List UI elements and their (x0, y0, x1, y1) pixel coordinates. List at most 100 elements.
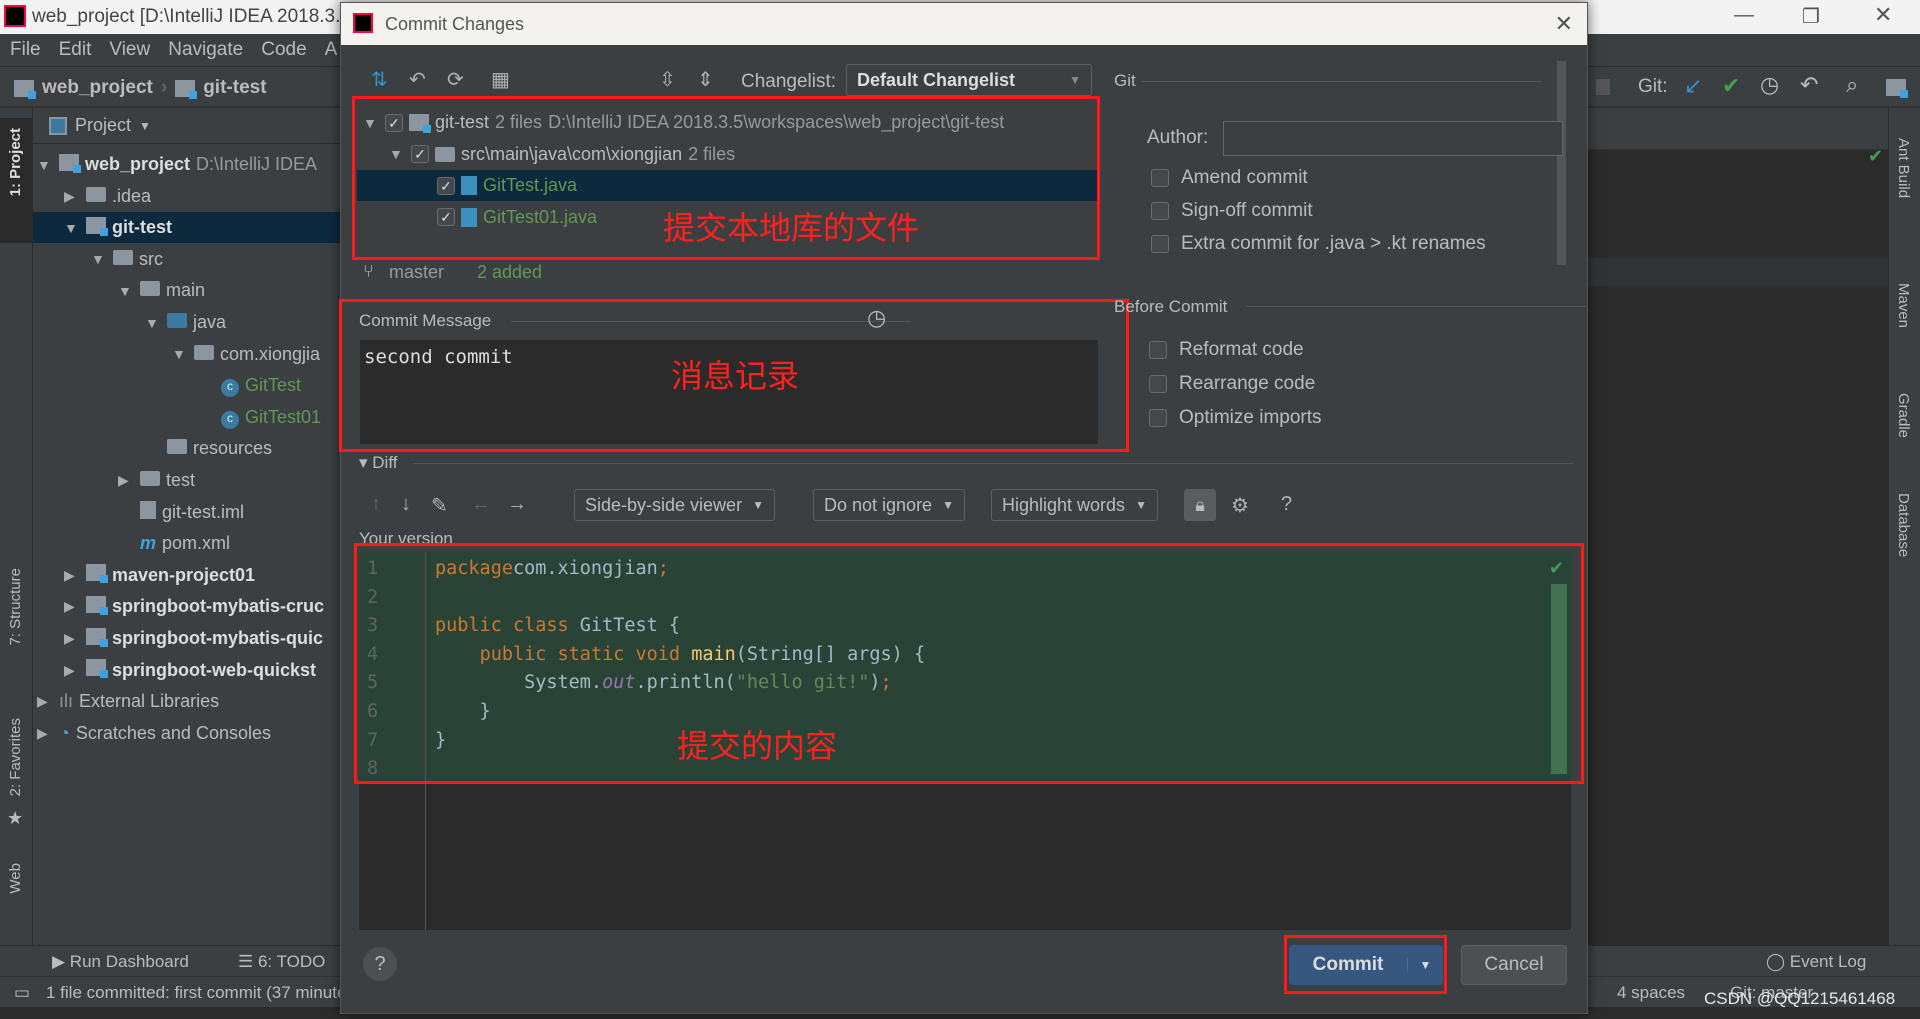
help-button[interactable]: ? (363, 947, 397, 981)
edit-source-icon[interactable]: ✎ (431, 493, 448, 518)
expand-arrow-icon[interactable]: ▶ (64, 567, 80, 584)
tab-structure[interactable]: 7: Structure (7, 568, 24, 646)
menu-view[interactable]: View (109, 39, 150, 61)
tree-item[interactable]: resources (145, 433, 272, 464)
previous-difference-icon[interactable]: ↑ (371, 493, 381, 516)
refresh-icon[interactable]: ⟳ (447, 67, 464, 92)
settings-gear-icon[interactable]: ⚙ (1231, 493, 1249, 518)
tree-item[interactable]: ▶ ılı External Libraries (37, 686, 219, 717)
close-dialog-button[interactable]: ✕ (1555, 11, 1573, 37)
stop-icon[interactable] (1596, 79, 1610, 95)
changelist-dropdown[interactable]: Default Changelist ▼ (846, 64, 1092, 96)
checkbox[interactable] (1149, 341, 1167, 359)
project-view-selector[interactable]: Project (75, 115, 131, 136)
option-optimize-imports[interactable]: Optimize imports (1149, 407, 1322, 429)
highlight-dropdown[interactable]: Highlight words ▼ (991, 489, 1158, 521)
tab-web[interactable]: Web (7, 863, 24, 894)
help-icon[interactable]: ? (1281, 493, 1292, 516)
tree-item[interactable]: ▶ .idea (64, 181, 151, 212)
collapse-arrow-icon[interactable]: ▼ (37, 157, 53, 173)
menu-a[interactable]: A (325, 39, 338, 61)
option-reformat-code[interactable]: Reformat code (1149, 339, 1304, 361)
revert-icon[interactable]: ↶ (1800, 72, 1818, 98)
tab-todo[interactable]: ☰ 6: TODO (238, 952, 325, 972)
menu-file[interactable]: File (10, 39, 41, 61)
tree-item[interactable]: ▶ maven-project01 (64, 560, 255, 591)
tree-item[interactable]: c GitTest01 (199, 402, 321, 433)
search-icon[interactable]: ⌕ (1846, 72, 1858, 98)
tree-item[interactable]: ▼ com.xiongjia (172, 339, 320, 370)
previous-file-icon[interactable]: ← (471, 493, 491, 516)
breadcrumb-web-project[interactable]: web_project (42, 77, 153, 99)
collapse-arrow-icon[interactable]: ▼ (145, 315, 161, 331)
tree-item[interactable]: git-test.iml (118, 497, 244, 528)
tab-run-dashboard[interactable]: ▶ Run Dashboard (52, 952, 189, 972)
collapse-arrow-icon[interactable]: ▼ (91, 251, 107, 267)
menu-navigate[interactable]: Navigate (168, 39, 243, 61)
expand-arrow-icon[interactable]: ▶ (64, 598, 80, 615)
expand-arrow-icon[interactable]: ▶ (64, 630, 80, 647)
tree-item[interactable]: ▼ git-test (33, 212, 343, 244)
tree-item[interactable]: ▼ web_project D:\IntelliJ IDEA (37, 149, 317, 180)
rollback-icon[interactable]: ↶ (409, 67, 426, 92)
tree-item[interactable]: ▶ test (118, 465, 195, 496)
tab-gradle[interactable]: Gradle (1895, 393, 1912, 438)
expand-arrow-icon[interactable]: ▶ (37, 693, 53, 710)
option-extra-commit-for-java-kt-renames[interactable]: Extra commit for .java > .kt renames (1151, 233, 1486, 255)
collapse-all-icon[interactable]: ⇕ (697, 67, 714, 92)
collapse-arrow-icon[interactable]: ▼ (172, 346, 188, 362)
close-window-button[interactable]: ✕ (1874, 2, 1892, 28)
tab-event-log[interactable]: ◯ Event Log (1766, 952, 1866, 972)
option-amend-commit[interactable]: Amend commit (1151, 167, 1308, 189)
menu-code[interactable]: Code (261, 39, 306, 61)
tab-project[interactable]: 1: Project (7, 128, 24, 196)
next-difference-icon[interactable]: ↓ (401, 493, 411, 516)
tree-item[interactable]: ▼ java (145, 307, 226, 338)
checkbox[interactable] (1149, 375, 1167, 393)
author-input[interactable] (1223, 121, 1563, 156)
tree-item[interactable]: ▶ springboot-mybatis-cruc (64, 591, 324, 622)
checkbox[interactable] (1149, 409, 1167, 427)
viewer-dropdown[interactable]: Side-by-side viewer ▼ (574, 489, 775, 521)
minimize-button[interactable]: — (1734, 4, 1754, 27)
checkbox[interactable] (1151, 169, 1169, 187)
next-file-icon[interactable]: → (507, 493, 527, 516)
checkbox[interactable] (1151, 202, 1169, 220)
option-rearrange-code[interactable]: Rearrange code (1149, 373, 1315, 395)
tree-item[interactable]: c GitTest (199, 370, 301, 401)
history-icon[interactable]: ◷ (1760, 72, 1779, 98)
expand-arrow-icon[interactable]: ▶ (64, 662, 80, 679)
tab-ant-build[interactable]: Ant Build (1895, 138, 1912, 198)
option-sign-off-commit[interactable]: Sign-off commit (1151, 200, 1313, 222)
tree-item[interactable]: ▶ springboot-mybatis-quic (64, 623, 323, 654)
expand-all-icon[interactable]: ⇳ (659, 67, 676, 92)
tab-database[interactable]: Database (1895, 493, 1912, 557)
indent-setting[interactable]: 4 spaces (1617, 983, 1685, 1003)
menu-edit[interactable]: Edit (59, 39, 92, 61)
lock-icon[interactable]: 🔒︎ (1184, 489, 1216, 521)
diff-collapse-toggle[interactable]: ▾ Diff (359, 453, 397, 473)
restore-button[interactable]: ❐ (1802, 4, 1820, 29)
group-by-icon[interactable]: ▦ (491, 67, 510, 92)
tree-item[interactable]: ▼ src (91, 244, 163, 275)
checkbox[interactable] (1151, 235, 1169, 253)
collapse-arrow-icon[interactable]: ▼ (118, 283, 134, 299)
status-toggle-icon[interactable]: ▭ (14, 983, 30, 1003)
tree-item[interactable]: m pom.xml (118, 528, 230, 559)
breadcrumb-git-test[interactable]: git-test (203, 77, 266, 99)
expand-arrow-icon[interactable]: ▶ (118, 472, 134, 489)
cancel-button[interactable]: Cancel (1461, 945, 1567, 985)
tree-item[interactable]: ▼ main (118, 275, 205, 306)
expand-arrow-icon[interactable]: ▶ (37, 725, 53, 742)
show-diff-icon[interactable]: ⇅ (371, 67, 388, 92)
git-commit-icon[interactable]: ✔ (1722, 73, 1740, 99)
tab-maven[interactable]: Maven (1895, 283, 1912, 328)
tree-item[interactable]: ▶ springboot-web-quickst (64, 655, 316, 686)
git-update-icon[interactable]: ↙ (1684, 73, 1702, 99)
tree-item[interactable]: ▶ ◔ Scratches and Consoles (37, 718, 271, 749)
ignore-dropdown[interactable]: Do not ignore ▼ (813, 489, 965, 521)
collapse-arrow-icon[interactable]: ▼ (64, 220, 80, 236)
tab-favorites[interactable]: 2: Favorites (7, 718, 24, 796)
expand-arrow-icon[interactable]: ▶ (64, 188, 80, 205)
project-structure-icon[interactable] (1886, 79, 1908, 98)
